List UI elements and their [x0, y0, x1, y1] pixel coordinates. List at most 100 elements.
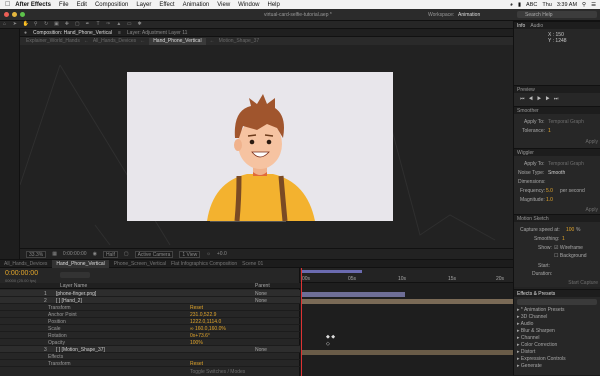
- exposure-value[interactable]: +0.0: [217, 251, 227, 257]
- noise-type-select[interactable]: Smooth: [548, 170, 565, 176]
- apple-icon[interactable]: : [5, 1, 10, 8]
- effects-item[interactable]: ▸ 3D Channel: [517, 314, 566, 321]
- layer-row[interactable]: 3[ ] [Motion_Shape_37] None: [0, 346, 300, 353]
- layer-row[interactable]: Rotation 0x+73.6°: [0, 332, 300, 339]
- navigator-comp-2[interactable]: All_Hands_Devices: [93, 38, 136, 44]
- clock-day[interactable]: Thu: [542, 2, 551, 8]
- comp-canvas[interactable]: [127, 72, 393, 222]
- menu-file[interactable]: File: [59, 2, 69, 8]
- pen-tool-icon[interactable]: ✒: [85, 22, 90, 27]
- eraser-tool-icon[interactable]: ▭: [127, 22, 132, 27]
- home-icon[interactable]: ⌂: [2, 22, 7, 27]
- layer-row[interactable]: Opacity 100%: [0, 339, 300, 346]
- keyframe-diamond[interactable]: ◇: [326, 341, 330, 347]
- composition-tab[interactable]: Composition: Hand_Phone_Vertical: [33, 30, 112, 36]
- menu-icon[interactable]: ≡: [118, 30, 121, 36]
- close-window-button[interactable]: [4, 12, 9, 17]
- menu-layer[interactable]: Layer: [136, 2, 151, 8]
- effects-item[interactable]: ▸ Color Correction: [517, 342, 566, 349]
- zoom-dropdown[interactable]: 33.3%: [26, 250, 47, 258]
- smoothing-value[interactable]: 1: [562, 236, 565, 242]
- last-frame-icon[interactable]: ⏭: [554, 96, 563, 102]
- layer-row[interactable]: 2[ ] [Hand_2] None: [0, 297, 300, 304]
- timeline-tab-1[interactable]: All_Hands_Devices: [4, 261, 47, 267]
- layer-row[interactable]: Position 1222.0,1114.0: [0, 318, 300, 325]
- menu-help[interactable]: Help: [268, 2, 280, 8]
- capture-speed-value[interactable]: 100: [566, 227, 574, 233]
- timeline-track-area[interactable]: 00s 05s 10s 15s 20s ◆ ◆ ◇: [300, 268, 513, 376]
- time-ruler[interactable]: 00s 05s 10s 15s 20s: [300, 268, 513, 283]
- prev-frame-icon[interactable]: ◀: [529, 96, 537, 102]
- effects-item[interactable]: ▸ Channel: [517, 335, 566, 342]
- effects-item[interactable]: ▸ Generate: [517, 363, 566, 370]
- composition-viewer[interactable]: [20, 45, 513, 248]
- layer-tab[interactable]: Layer: Adjustment Layer 11: [127, 30, 188, 36]
- effects-item[interactable]: ▸ Blur & Sharpen: [517, 328, 566, 335]
- wifi-icon[interactable]: ◕: [510, 2, 513, 8]
- exposure-icon[interactable]: ☼: [206, 251, 211, 257]
- zoom-tool-icon[interactable]: ⚲: [33, 22, 38, 27]
- menu-composition[interactable]: Composition: [95, 2, 128, 8]
- work-area-bar[interactable]: [302, 270, 362, 273]
- motion-sketch-tab[interactable]: Motion Sketch: [517, 216, 549, 222]
- start-capture-button[interactable]: Start Capture: [568, 280, 598, 286]
- timeline-search-input[interactable]: [60, 272, 90, 278]
- workspace-select[interactable]: Animation: [458, 12, 480, 18]
- pan-behind-tool-icon[interactable]: ✚: [64, 22, 69, 27]
- selection-tool-icon[interactable]: ➤: [12, 22, 17, 27]
- parent-column[interactable]: Parent: [255, 283, 270, 289]
- layer-row[interactable]: Transform Reset: [0, 304, 300, 311]
- menu-view[interactable]: View: [217, 2, 230, 8]
- menu-edit[interactable]: Edit: [77, 2, 87, 8]
- wireframe-checkbox[interactable]: ☑ Wireframe: [554, 245, 583, 251]
- camera-tool-icon[interactable]: ▣: [54, 22, 59, 27]
- wiggler-apply-button[interactable]: Apply: [585, 207, 598, 213]
- frequency-value[interactable]: 5.0: [546, 188, 553, 194]
- current-time-display[interactable]: 0:00:00:00: [63, 251, 87, 257]
- navigator-comp-3[interactable]: Hand_Phone_Vertical: [149, 37, 206, 45]
- timeline-tab-5[interactable]: Scene 01: [242, 261, 263, 267]
- lock-icon[interactable]: ●: [24, 30, 27, 36]
- navigator-comp-4[interactable]: Motion_Shape_37: [219, 38, 260, 44]
- zoom-window-button[interactable]: [20, 12, 25, 17]
- search-help-field[interactable]: Search Help: [517, 11, 597, 18]
- property-value[interactable]: Reset: [190, 361, 203, 367]
- effects-item[interactable]: ▸ Distort: [517, 349, 566, 356]
- search-icon[interactable]: ⚲: [582, 2, 586, 8]
- audio-tab[interactable]: Audio: [530, 23, 543, 29]
- menu-effect[interactable]: Effect: [159, 2, 174, 8]
- magnitude-value[interactable]: 1.0: [546, 197, 553, 203]
- minimize-window-button[interactable]: [12, 12, 17, 17]
- menu-window[interactable]: Window: [238, 2, 259, 8]
- views-dropdown[interactable]: 1 View: [179, 250, 201, 258]
- layer-row[interactable]: Effects: [0, 353, 300, 360]
- layer-bar-3[interactable]: [302, 350, 513, 355]
- snapshot-icon[interactable]: ◉: [93, 251, 97, 257]
- timeline-tab-2[interactable]: Hand_Phone_Vertical: [52, 259, 109, 268]
- grid-icon[interactable]: ▦: [52, 251, 57, 257]
- keyframe-diamond[interactable]: ◆ ◆: [326, 334, 335, 340]
- smoother-apply-button[interactable]: Apply: [585, 139, 598, 145]
- region-icon[interactable]: ▢: [124, 251, 129, 257]
- navigator-comp-1[interactable]: Explainer_World_Hands: [26, 38, 80, 44]
- brush-tool-icon[interactable]: ✑: [106, 22, 111, 27]
- input-source[interactable]: ABC: [526, 2, 537, 8]
- layer-name[interactable]: Transform: [48, 361, 71, 367]
- toggle-switches-modes[interactable]: Toggle Switches / Modes: [190, 369, 245, 375]
- tolerance-value[interactable]: 1: [548, 128, 551, 134]
- effects-item[interactable]: ▸ * Animation Presets: [517, 307, 566, 314]
- smoother-tab[interactable]: Smoother: [517, 108, 539, 114]
- wiggler-tab[interactable]: Wiggler: [517, 150, 534, 156]
- puppet-tool-icon[interactable]: ✱: [137, 22, 142, 27]
- shape-tool-icon[interactable]: ▢: [75, 22, 80, 27]
- effects-item[interactable]: ▸ Audio: [517, 321, 566, 328]
- list-icon[interactable]: ☰: [591, 2, 596, 8]
- timeline-tab-4[interactable]: Flat Infographics Composition: [171, 261, 237, 267]
- wiggler-apply-to-select[interactable]: Temporal Graph: [548, 161, 584, 167]
- preview-tab[interactable]: Preview: [517, 87, 535, 93]
- info-tab[interactable]: Info: [517, 23, 525, 29]
- battery-icon[interactable]: ▮: [518, 2, 521, 8]
- type-tool-icon[interactable]: T: [96, 22, 101, 27]
- smoother-apply-to-select[interactable]: Temporal Graph: [548, 119, 584, 125]
- layer-row[interactable]: Transform Reset: [0, 360, 300, 367]
